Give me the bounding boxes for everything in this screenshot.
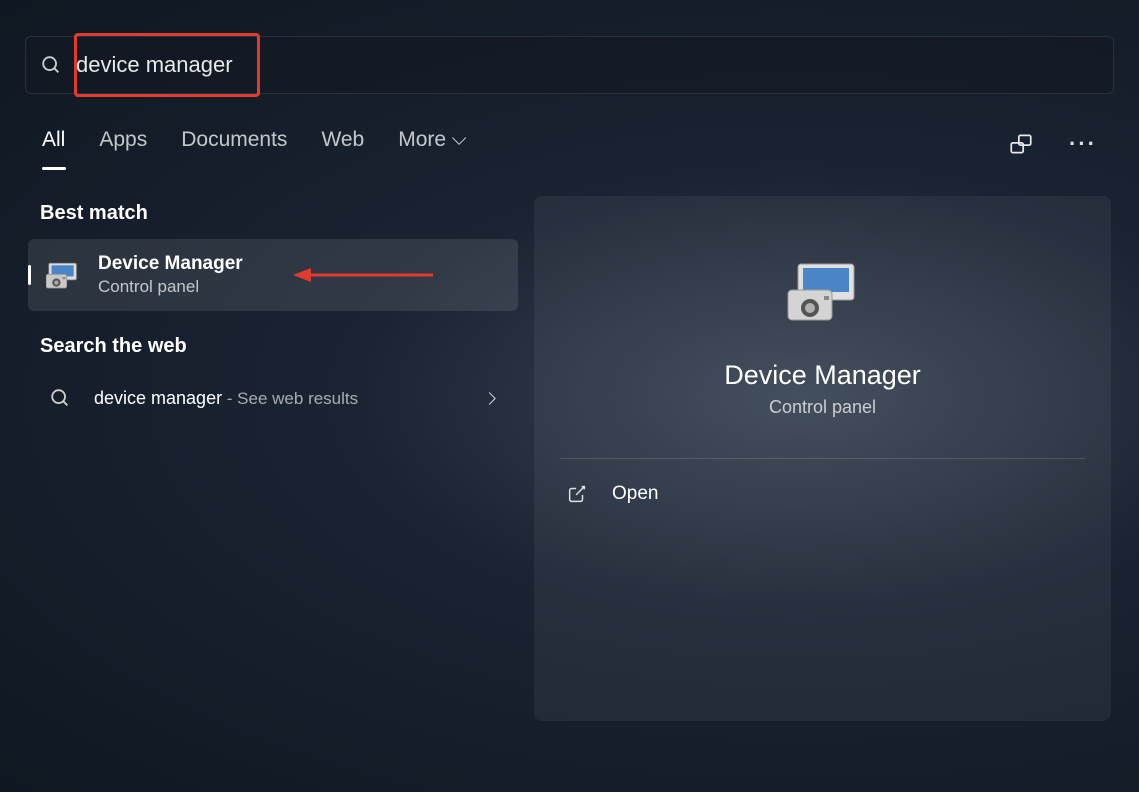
web-suffix: - See web results	[222, 389, 358, 408]
search-bar[interactable]	[25, 36, 1114, 94]
result-subtitle: Control panel	[98, 277, 500, 297]
search-icon	[40, 54, 62, 76]
device-manager-icon	[46, 257, 82, 293]
chevron-right-icon	[483, 392, 496, 405]
device-manager-icon	[784, 260, 862, 326]
result-web-search[interactable]: device manager - See web results	[28, 372, 518, 424]
results-list: Best match Device Manager Control panel	[28, 196, 518, 721]
tab-documents[interactable]: Documents	[181, 128, 287, 160]
filter-tabs: All Apps Documents Web More ···	[0, 128, 1139, 160]
search-web-heading: Search the web	[40, 335, 518, 358]
open-icon	[566, 483, 588, 505]
recent-searches-icon[interactable]	[1007, 130, 1035, 158]
search-input[interactable]	[76, 52, 1099, 78]
detail-title: Device Manager	[724, 360, 921, 391]
web-query: device manager	[94, 388, 222, 408]
tab-all[interactable]: All	[42, 128, 65, 160]
search-icon	[48, 386, 72, 410]
best-match-heading: Best match	[40, 202, 518, 225]
tab-apps[interactable]: Apps	[99, 128, 147, 160]
result-device-manager[interactable]: Device Manager Control panel	[28, 239, 518, 311]
tab-more[interactable]: More	[398, 128, 462, 160]
tab-more-label: More	[398, 128, 446, 152]
result-title: Device Manager	[98, 253, 500, 275]
open-action[interactable]: Open	[560, 459, 1085, 529]
detail-pane: Device Manager Control panel Open	[534, 196, 1111, 721]
chevron-down-icon	[452, 131, 466, 145]
detail-subtitle: Control panel	[769, 397, 876, 418]
results-area: Best match Device Manager Control panel	[0, 196, 1139, 721]
more-options-icon[interactable]: ···	[1069, 130, 1097, 158]
open-label: Open	[612, 483, 658, 505]
tab-web[interactable]: Web	[321, 128, 364, 160]
